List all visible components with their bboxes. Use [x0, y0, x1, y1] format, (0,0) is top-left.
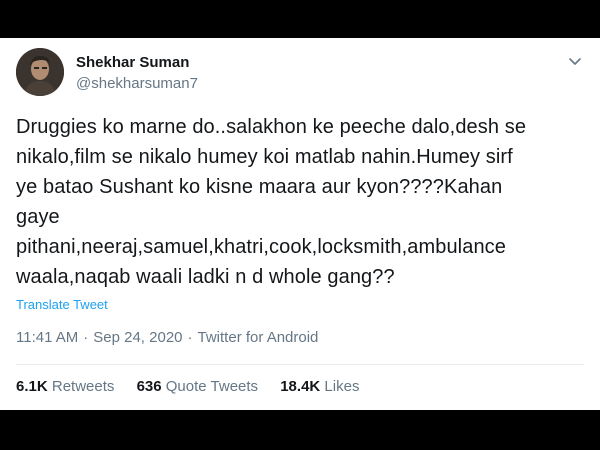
quote-tweets-stat[interactable]: 636 Quote Tweets: [137, 378, 258, 395]
tweet-text-line: nikalo,film se nikalo humey koi matlab n…: [16, 146, 513, 168]
likes-count: 18.4K: [280, 378, 321, 395]
tweet-date[interactable]: Sep 24, 2020: [93, 329, 182, 346]
tweet-metadata: 11:41 AM · Sep 24, 2020 · Twitter for Androi…: [16, 329, 318, 346]
tweet-text-line: gaye: [16, 206, 60, 228]
tweet-text: Druggies ko marne do..salakhon ke peeche…: [16, 112, 578, 292]
avatar[interactable]: [16, 48, 64, 96]
tweet-stats: 6.1K Retweets 636 Quote Tweets 18.4K Lik…: [16, 378, 377, 395]
author-name[interactable]: Shekhar Suman: [76, 54, 189, 71]
retweets-stat[interactable]: 6.1K Retweets: [16, 378, 114, 395]
likes-stat[interactable]: 18.4K Likes: [280, 378, 359, 395]
likes-label: Likes: [324, 378, 360, 395]
separator: ·: [187, 329, 193, 346]
translate-tweet-link[interactable]: Translate Tweet: [16, 297, 108, 312]
avatar-photo: [16, 48, 64, 96]
tweet-time[interactable]: 11:41 AM: [16, 329, 78, 346]
tweet-text-line: pithani,neeraj,samuel,khatri,cook,locksm…: [16, 236, 506, 258]
separator: ·: [83, 329, 89, 346]
chevron-down-icon[interactable]: [566, 52, 584, 70]
quote-tweets-count: 636: [136, 378, 162, 395]
tweet-text-line: ye batao Sushant ko kisne maara aur kyon…: [16, 176, 503, 198]
tweet-text-line: waala,naqab waali ladki n d whole gang??: [16, 266, 395, 288]
quote-tweets-label: Quote Tweets: [165, 378, 259, 395]
author-handle[interactable]: @shekharsuman7: [76, 75, 198, 92]
divider: [16, 364, 584, 365]
tweet-source[interactable]: Twitter for Android: [198, 329, 319, 346]
retweets-count: 6.1K: [16, 378, 48, 395]
tweet-card: Shekhar Suman @shekharsuman7 Druggies ko…: [0, 38, 600, 410]
retweets-label: Retweets: [51, 378, 115, 395]
tweet-text-line: Druggies ko marne do..salakhon ke peeche…: [16, 116, 527, 138]
